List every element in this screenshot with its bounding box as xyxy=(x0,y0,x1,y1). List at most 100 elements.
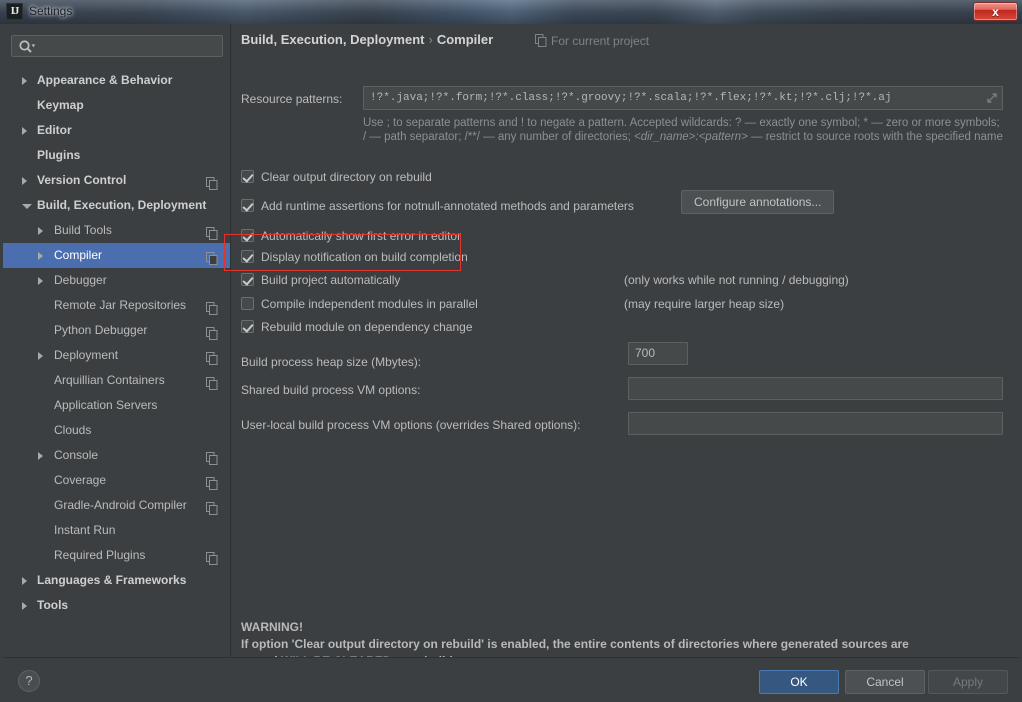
settings-tree: Appearance & Behavior Keymap Editor Plugins… xyxy=(3,68,230,648)
sidebar-item-label: Application Servers xyxy=(54,398,158,412)
checkbox-label-rebuild-module-on-dependency-change: Rebuild module on dependency change xyxy=(261,320,473,334)
sidebar-item-gradle-android-compiler[interactable]: Gradle-Android Compiler xyxy=(3,493,230,518)
input-user-local-build-process-vm-options-overrides-shared-options[interactable] xyxy=(633,415,998,431)
sidebar-item-label: Build, Execution, Deployment xyxy=(37,198,207,212)
sidebar-item-label: Console xyxy=(54,448,99,462)
resource-patterns-field[interactable] xyxy=(363,86,1003,110)
warning-title: WARNING! xyxy=(241,620,303,634)
help-button[interactable]: ? xyxy=(18,670,40,692)
breadcrumb-separator-icon: › xyxy=(428,32,433,47)
checkbox-add-runtime-assertions-for-notnull-annotated-methods-and-parameters[interactable] xyxy=(241,199,254,212)
sidebar-item-debugger[interactable]: Debugger xyxy=(3,268,230,293)
titlebar-sheen xyxy=(0,0,1022,12)
field-build-process-heap-size-mbytes[interactable] xyxy=(628,342,688,365)
chevron-right-icon[interactable] xyxy=(38,227,43,235)
resource-patterns-input[interactable] xyxy=(368,90,968,106)
chevron-right-icon[interactable] xyxy=(22,177,27,185)
search-input[interactable] xyxy=(38,38,218,55)
breadcrumb-leaf: Compiler xyxy=(436,32,494,47)
project-settings-icon xyxy=(206,549,218,565)
sidebar-item-console[interactable]: Console xyxy=(3,443,230,468)
chevron-right-icon[interactable] xyxy=(22,577,27,585)
sidebar-item-appearance-behavior[interactable]: Appearance & Behavior xyxy=(3,68,230,93)
field-label-shared-build-process-vm-options: Shared build process VM options: xyxy=(241,383,421,397)
sidebar-item-build-tools[interactable]: Build Tools xyxy=(3,218,230,243)
sidebar-item-label: Python Debugger xyxy=(54,323,148,337)
checkbox-build-project-automatically[interactable] xyxy=(241,273,254,286)
chevron-right-icon[interactable] xyxy=(22,127,27,135)
expand-icon[interactable] xyxy=(986,92,998,104)
breadcrumb: Build, Execution, Deployment › Compiler xyxy=(241,32,493,47)
sidebar-item-coverage[interactable]: Coverage xyxy=(3,468,230,493)
sidebar-item-label: Clouds xyxy=(54,423,92,437)
field-label-build-process-heap-size-mbytes: Build process heap size (Mbytes): xyxy=(241,355,422,369)
project-scope-label: For current project xyxy=(551,34,650,48)
checkbox-label-compile-independent-modules-in-parallel: Compile independent modules in parallel xyxy=(261,297,478,311)
checkbox-label-display-notification-on-build-completion: Display notification on build completion xyxy=(261,250,468,264)
sidebar-item-label: Debugger xyxy=(54,273,107,287)
sidebar-item-build-execution-deployment[interactable]: Build, Execution, Deployment xyxy=(3,193,230,218)
sidebar-item-clouds[interactable]: Clouds xyxy=(3,418,230,443)
window-titlebar[interactable]: IJ Settings x xyxy=(0,0,1022,24)
field-user-local-build-process-vm-options-overrides-shared-options[interactable] xyxy=(628,412,1003,435)
configure-annotations-button[interactable]: Configure annotations... xyxy=(681,190,835,214)
sidebar-item-arquillian-containers[interactable]: Arquillian Containers xyxy=(3,368,230,393)
sidebar-item-label: Keymap xyxy=(37,98,84,112)
project-scope-indicator: For current project xyxy=(535,34,649,50)
sidebar-item-remote-jar-repositories[interactable]: Remote Jar Repositories xyxy=(3,293,230,318)
ok-button[interactable]: OK xyxy=(759,670,839,694)
sidebar-item-editor[interactable]: Editor xyxy=(3,118,230,143)
sidebar-item-instant-run[interactable]: Instant Run xyxy=(3,518,230,543)
checkbox-compile-independent-modules-in-parallel[interactable] xyxy=(241,297,254,310)
chevron-right-icon[interactable] xyxy=(38,277,43,285)
sidebar-item-python-debugger[interactable]: Python Debugger xyxy=(3,318,230,343)
input-build-process-heap-size-mbytes[interactable] xyxy=(633,345,683,361)
chevron-right-icon[interactable] xyxy=(22,77,27,85)
sidebar-item-label: Deployment xyxy=(54,348,119,362)
chevron-right-icon[interactable] xyxy=(38,352,43,360)
chevron-right-icon[interactable] xyxy=(38,252,43,260)
project-settings-icon xyxy=(206,349,218,365)
sidebar-item-label: Editor xyxy=(37,123,72,137)
sidebar-item-plugins[interactable]: Plugins xyxy=(3,143,230,168)
chevron-down-icon[interactable] xyxy=(22,204,32,209)
settings-sidebar: Appearance & Behavior Keymap Editor Plugins… xyxy=(3,24,231,657)
resource-patterns-label: Resource patterns: xyxy=(241,92,343,106)
option-note-build-project-automatically: (only works while not running / debuggin… xyxy=(624,273,849,287)
field-label-user-local-build-process-vm-options-overrides-shared-options: User-local build process VM options (ove… xyxy=(241,418,581,432)
sidebar-item-application-servers[interactable]: Application Servers xyxy=(3,393,230,418)
chevron-right-icon[interactable] xyxy=(38,452,43,460)
chevron-right-icon[interactable] xyxy=(22,602,27,610)
warning-line-1: If option 'Clear output directory on reb… xyxy=(241,637,909,651)
settings-search-box[interactable] xyxy=(11,35,223,57)
checkbox-display-notification-on-build-completion[interactable] xyxy=(241,250,254,263)
close-window-button[interactable]: x xyxy=(973,2,1018,21)
sidebar-item-label: Plugins xyxy=(37,148,81,162)
sidebar-item-label: Build Tools xyxy=(54,223,112,237)
project-settings-icon xyxy=(206,324,218,340)
checkbox-label-build-project-automatically: Build project automatically xyxy=(261,273,401,287)
sidebar-item-languages-frameworks[interactable]: Languages & Frameworks xyxy=(3,568,230,593)
breadcrumb-root[interactable]: Build, Execution, Deployment xyxy=(241,32,424,47)
settings-content-pane: Build, Execution, Deployment › Compiler Fo… xyxy=(232,24,1019,668)
sidebar-item-version-control[interactable]: Version Control xyxy=(3,168,230,193)
sidebar-item-keymap[interactable]: Keymap xyxy=(3,93,230,118)
sidebar-item-tools[interactable]: Tools xyxy=(3,593,230,618)
dialog-button-bar: ? OK Cancel Apply xyxy=(3,657,1019,702)
sidebar-item-label: Required Plugins xyxy=(54,548,146,562)
input-shared-build-process-vm-options[interactable] xyxy=(633,380,998,396)
sidebar-item-label: Coverage xyxy=(54,473,107,487)
sidebar-item-label: Tools xyxy=(37,598,69,612)
checkbox-rebuild-module-on-dependency-change[interactable] xyxy=(241,320,254,333)
search-icon xyxy=(18,39,36,55)
sidebar-item-deployment[interactable]: Deployment xyxy=(3,343,230,368)
sidebar-item-required-plugins[interactable]: Required Plugins xyxy=(3,543,230,568)
sidebar-item-compiler[interactable]: Compiler xyxy=(3,243,230,268)
checkbox-clear-output-directory-on-rebuild[interactable] xyxy=(241,170,254,183)
project-settings-icon xyxy=(206,474,218,490)
project-settings-icon xyxy=(206,449,218,465)
field-shared-build-process-vm-options[interactable] xyxy=(628,377,1003,400)
project-settings-icon xyxy=(206,174,218,190)
checkbox-automatically-show-first-error-in-editor[interactable] xyxy=(241,229,254,242)
cancel-button[interactable]: Cancel xyxy=(845,670,925,694)
